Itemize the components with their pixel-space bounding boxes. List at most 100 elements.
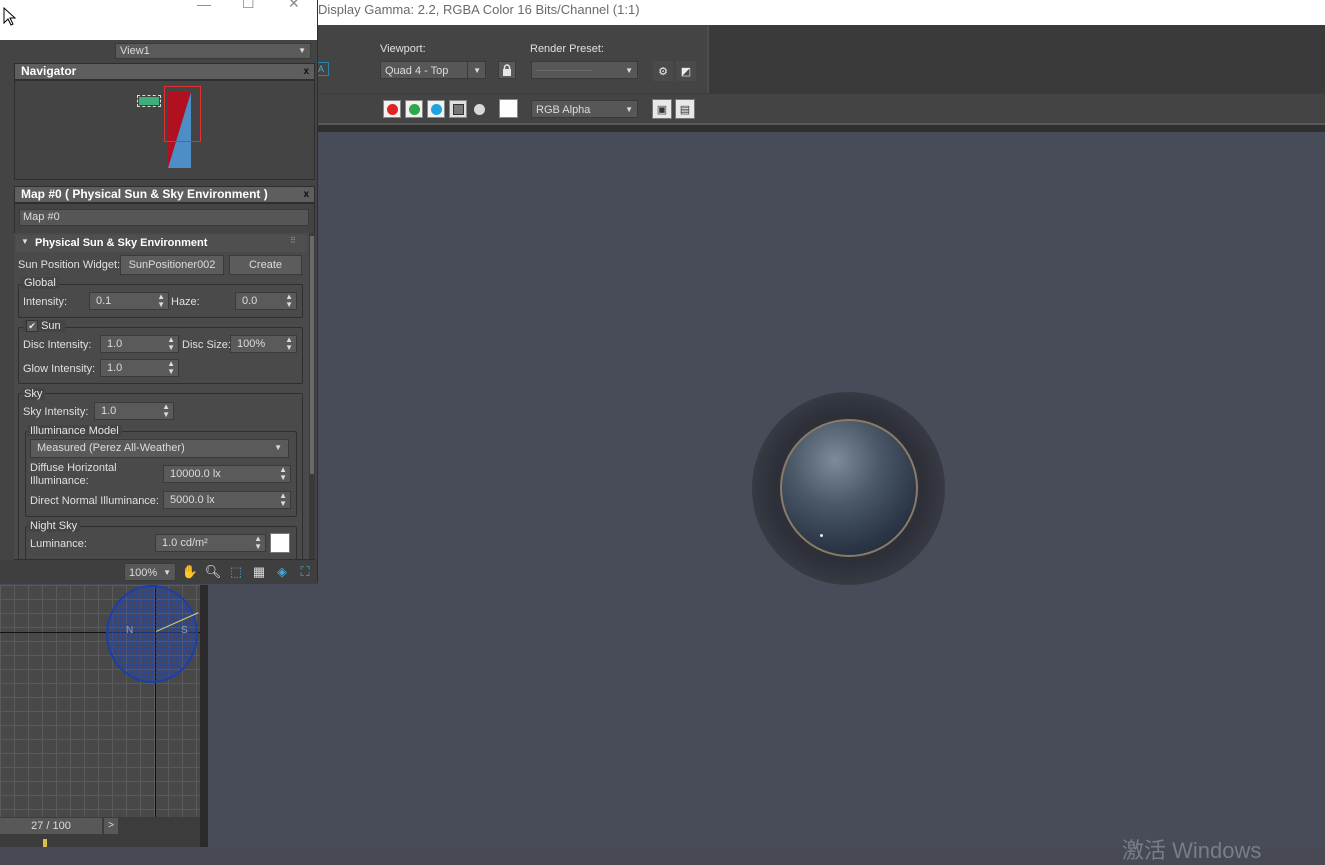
map-name-field[interactable]: Map #0 — [19, 209, 309, 226]
sun-widget-pick-button[interactable]: SunPositioner002 — [120, 255, 224, 275]
disc-intensity-spinner[interactable]: 1.0 ▲ ▼ — [100, 335, 179, 353]
toggle-ui-overlays-icon[interactable]: ▣ — [652, 99, 672, 119]
next-frame-button[interactable]: > — [104, 818, 118, 834]
view-tab-dropdown[interactable]: View1 ▼ — [115, 43, 311, 59]
channel-display-dropdown[interactable]: RGB Alpha ▼ — [531, 100, 638, 118]
sun-enable-checkbox[interactable]: ✔ — [26, 320, 38, 333]
render-window-title: Display Gamma: 2.2, RGBA Color 16 Bits/C… — [315, 0, 1325, 25]
disc-intensity-label: Disc Intensity: — [23, 339, 92, 351]
sky-intensity-spinner[interactable]: 1.0 ▲ ▼ — [94, 402, 174, 420]
haze-spinner[interactable]: 0.0 ▲ ▼ — [235, 292, 297, 310]
sky-dome-sphere — [780, 419, 918, 557]
red-channel-toggle[interactable] — [383, 100, 401, 118]
zoom-extents-icon[interactable]: ▦ — [250, 563, 268, 581]
create-button[interactable]: Create — [229, 255, 302, 275]
spinner-arrows-icon[interactable]: ▲ ▼ — [167, 336, 175, 352]
disc-size-value: 100% — [237, 338, 266, 350]
spinner-arrows-icon[interactable]: ▲ ▼ — [162, 403, 170, 419]
alpha-channel-toggle[interactable] — [449, 100, 467, 118]
close-icon[interactable]: x — [303, 64, 309, 79]
glow-intensity-spinner[interactable]: 1.0 ▲ ▼ — [100, 359, 179, 377]
zoom-value: 100% — [129, 567, 158, 579]
pan-hand-icon[interactable]: ✋ — [181, 563, 199, 581]
disc-size-label: Disc Size: — [182, 339, 231, 351]
intensity-label: Intensity: — [23, 296, 68, 308]
blue-channel-toggle[interactable] — [427, 100, 445, 118]
green-channel-toggle[interactable] — [405, 100, 423, 118]
diffuse-illuminance-spinner[interactable]: 10000.0 lx ▲ ▼ — [163, 465, 291, 483]
spinner-arrows-icon[interactable]: ▲ ▼ — [285, 293, 293, 309]
sun-highlight — [820, 534, 823, 537]
direct-normal-label: Direct Normal Illuminance: — [30, 495, 159, 507]
chevron-down-icon: ▼ — [625, 66, 633, 75]
luminance-label: Luminance: — [30, 538, 87, 550]
chevron-down-icon: ▼ — [274, 443, 282, 452]
red-dot-icon — [386, 103, 398, 115]
clear-color-swatch[interactable] — [499, 99, 518, 118]
spinner-arrows-icon[interactable]: ▲ ▼ — [279, 492, 287, 508]
lock-icon[interactable] — [498, 61, 516, 79]
collapse-triangle-icon[interactable]: ▼ — [21, 237, 29, 246]
zoom-dropdown[interactable]: 100% ▼ — [124, 563, 176, 581]
spinner-arrows-icon[interactable]: ▲ ▼ — [167, 360, 175, 376]
navigator-node-thumbnail — [137, 95, 161, 107]
viewport-divider — [200, 585, 208, 847]
close-icon[interactable]: ✕ — [288, 0, 300, 12]
navigator-view-frame[interactable] — [164, 86, 201, 142]
minimize-icon[interactable]: — — [197, 0, 211, 12]
illuminance-model-dropdown[interactable]: Measured (Perez All-Weather) ▼ — [30, 439, 289, 458]
night-sky-title: Night Sky — [27, 520, 81, 532]
sky-intensity-label: Sky Intensity: — [23, 406, 89, 418]
disc-intensity-value: 1.0 — [107, 338, 123, 350]
sun-widget-label: Sun Position Widget: — [18, 259, 121, 271]
green-dot-icon — [408, 103, 420, 115]
spinner-arrows-icon[interactable]: ▲ ▼ — [285, 336, 293, 352]
render-setup-icon[interactable]: ⚙ — [653, 61, 673, 81]
channel-display-value: RGB Alpha — [536, 104, 591, 116]
maximize-icon[interactable]: ☐ — [242, 0, 255, 12]
night-sky-color-swatch[interactable] — [270, 533, 290, 553]
global-group-title: Global — [21, 277, 59, 289]
illuminance-model-title: Illuminance Model — [27, 425, 122, 437]
spinner-arrows-icon[interactable]: ▲ ▼ — [254, 535, 262, 551]
slate-titlebar — [0, 0, 317, 40]
toolbar-empty-area — [707, 25, 1325, 93]
activate-windows-watermark: 激活 Windows — [1122, 838, 1262, 863]
navigator-title: Navigator — [21, 64, 77, 78]
compass-south-label: S — [181, 625, 188, 636]
sun-group-title: Sun — [41, 320, 61, 332]
sky-group-title: Sky — [21, 388, 46, 400]
render-preset-label: Render Preset: — [530, 43, 604, 55]
time-slider[interactable]: 27 / 100 — [0, 818, 102, 834]
intensity-value: 0.1 — [96, 295, 112, 307]
area-icon[interactable]: A — [317, 62, 329, 76]
luminance-spinner[interactable]: 1.0 cd/m² ▲ ▼ — [155, 534, 266, 552]
navigator-node-fill — [139, 97, 159, 105]
compass-north-label: N — [126, 625, 134, 636]
alpha-square-icon — [452, 103, 464, 115]
direct-normal-spinner[interactable]: 5000.0 lx ▲ ▼ — [163, 491, 291, 509]
canvas-separator — [315, 123, 1325, 132]
spinner-arrows-icon[interactable]: ▲ ▼ — [157, 293, 165, 309]
map-panel-header[interactable]: Map #0 ( Physical Sun & Sky Environment … — [14, 186, 315, 203]
zoom-icon[interactable]: 🔍︎ — [204, 563, 222, 581]
viewport-dropdown[interactable]: Quad 4 - Top ▼ — [380, 61, 486, 80]
disc-size-spinner[interactable]: 100% ▲ ▼ — [230, 335, 297, 353]
environment-effects-icon[interactable]: ◩ — [676, 61, 696, 81]
intensity-spinner[interactable]: 0.1 ▲ ▼ — [89, 292, 169, 310]
pan-to-selected-icon[interactable]: ⛶ — [296, 563, 314, 581]
navigator-header[interactable]: Navigator x — [14, 63, 315, 80]
luminance-value: 1.0 cd/m² — [162, 537, 208, 549]
chevron-down-icon: ▼ — [467, 62, 481, 80]
render-preset-dropdown[interactable]: ---------------------------- ▼ — [531, 61, 638, 79]
haze-label: Haze: — [171, 296, 200, 308]
toggle-ui-icon[interactable]: ▤ — [675, 99, 695, 119]
spinner-arrows-icon[interactable]: ▲ ▼ — [279, 466, 287, 482]
view-tab-label: View1 — [120, 45, 150, 57]
monochrome-icon[interactable] — [474, 104, 485, 115]
rollout-scrollbar-thumb[interactable] — [310, 236, 314, 474]
zoom-region-icon[interactable]: ⬚ — [227, 563, 245, 581]
viewport-label: Viewport: — [380, 43, 426, 55]
zoom-extents-selected-icon[interactable]: ◈ — [273, 563, 291, 581]
close-icon[interactable]: x — [303, 187, 309, 202]
